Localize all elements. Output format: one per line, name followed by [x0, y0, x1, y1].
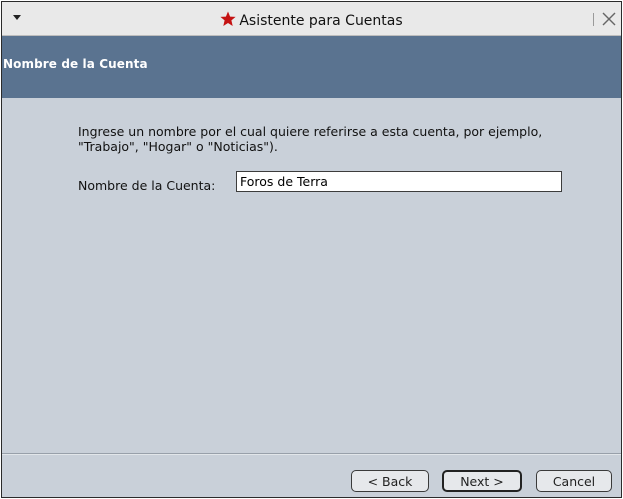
close-separator — [593, 13, 594, 26]
close-icon[interactable] — [601, 11, 617, 27]
wizard-content: Ingrese un nombre por el cual quiere ref… — [2, 98, 621, 443]
window-title: Asistente para Cuentas — [239, 13, 403, 29]
instructions-text: Ingrese un nombre por el cual quiere ref… — [78, 124, 543, 154]
title-bar[interactable]: Asistente para Cuentas — [2, 2, 621, 36]
account-name-label: Nombre de la Cuenta: — [78, 178, 216, 193]
page-title: Nombre de la Cuenta — [3, 57, 148, 71]
close-button[interactable] — [593, 11, 617, 29]
back-button[interactable]: < Back — [351, 470, 429, 492]
account-wizard-window: Asistente para Cuentas Nombre de la Cuen… — [1, 1, 622, 498]
next-button[interactable]: Next > — [442, 470, 522, 492]
star-icon — [220, 11, 236, 26]
footer-divider-highlight — [2, 454, 621, 455]
account-name-input[interactable] — [236, 171, 562, 192]
cancel-button[interactable]: Cancel — [536, 470, 612, 492]
page-header: Nombre de la Cuenta — [2, 36, 621, 98]
window-title-group: Asistente para Cuentas — [2, 11, 621, 29]
